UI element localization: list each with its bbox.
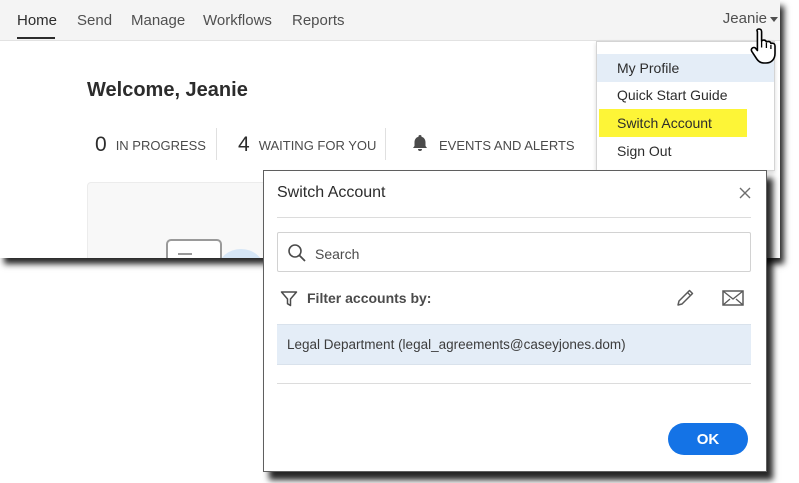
mail-icon[interactable] <box>721 289 745 312</box>
pencil-icon[interactable] <box>674 287 696 314</box>
account-list-item[interactable]: Legal Department (legal_agreements@casey… <box>277 324 751 365</box>
events-label: EVENTS AND ALERTS <box>439 138 575 153</box>
tab-workflows[interactable]: Workflows <box>203 12 272 29</box>
tab-manage[interactable]: Manage <box>131 12 185 29</box>
user-menu-button[interactable]: Jeanie <box>723 10 778 27</box>
filter-label: Filter accounts by: <box>307 290 432 306</box>
user-name: Jeanie <box>722 10 767 27</box>
ok-button[interactable]: OK <box>668 423 748 455</box>
search-input[interactable] <box>313 242 737 266</box>
divider <box>385 128 386 160</box>
menu-item-sign-out[interactable]: Sign Out <box>597 137 774 165</box>
tab-send[interactable]: Send <box>77 12 112 29</box>
menu-item-my-profile[interactable]: My Profile <box>597 54 774 82</box>
bell-icon <box>410 133 430 158</box>
close-icon[interactable] <box>738 186 752 200</box>
divider <box>277 383 751 384</box>
menu-item-switch-account[interactable]: Switch Account <box>599 109 747 137</box>
document-illustration-icon <box>166 239 222 258</box>
divider <box>277 217 751 218</box>
waiting-label: WAITING FOR YOU <box>258 137 377 153</box>
page-title: Welcome, Jeanie <box>87 79 248 101</box>
stat-events[interactable]: EVENTS AND ALERTS <box>410 133 575 158</box>
stat-in-progress[interactable]: 0 IN PROGRESS <box>95 133 206 157</box>
active-tab-indicator <box>17 37 55 39</box>
filter-row: Filter accounts by: <box>277 287 751 311</box>
hand-pointer-cursor-icon <box>749 26 781 71</box>
tab-home[interactable]: Home <box>17 12 57 29</box>
filter-icon[interactable] <box>280 290 298 313</box>
top-navigation: Home Send Manage Workflows Reports Jeani… <box>0 0 780 41</box>
illustration-blob <box>218 249 264 258</box>
search-icon <box>287 243 307 268</box>
waiting-count: 4 <box>238 133 250 156</box>
search-field[interactable] <box>277 232 751 272</box>
caret-down-icon <box>770 16 778 22</box>
divider <box>216 128 217 160</box>
in-progress-label: IN PROGRESS <box>115 137 206 153</box>
stat-waiting[interactable]: 4 WAITING FOR YOU <box>238 133 376 157</box>
menu-item-quick-start-guide[interactable]: Quick Start Guide <box>597 81 774 109</box>
switch-account-dialog: Switch Account Filter accounts by: Legal… <box>263 170 767 472</box>
account-label: Legal Department (legal_agreements@casey… <box>287 337 626 352</box>
dialog-title: Switch Account <box>277 184 386 201</box>
tab-reports[interactable]: Reports <box>292 12 345 29</box>
in-progress-count: 0 <box>95 133 107 156</box>
